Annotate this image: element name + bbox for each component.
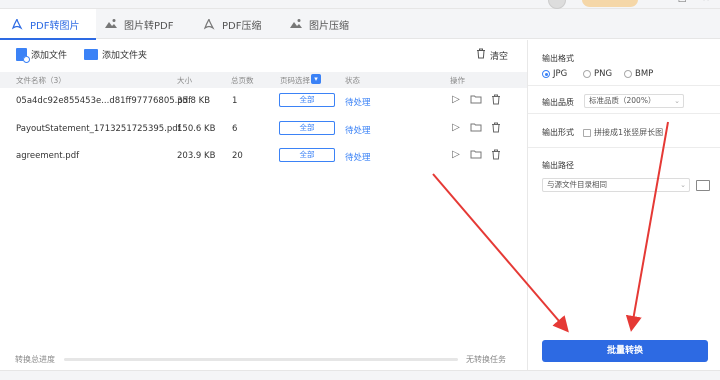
path-label: 输出路径 [542,161,574,170]
delete-icon[interactable] [490,122,502,134]
file-pages: 1 [232,96,238,106]
path-select[interactable]: 与源文件目录相同 ⌄ [542,178,690,192]
page-select-button[interactable]: 全部 [279,148,335,162]
file-toolbar: 添加文件 添加文件夹 清空 [0,40,527,70]
status-text: 待处理 [345,98,371,108]
tab-image-compress[interactable]: 图片压缩 [289,9,365,39]
open-folder-icon[interactable] [470,122,482,134]
table-row[interactable]: 05a4dc92e855453e...d81ff97776805.pdf 35.… [0,88,527,114]
file-pages: 6 [232,124,238,134]
col-page-select: 页码选择 [280,76,310,85]
col-pages: 总页数 [231,76,254,85]
form-section: 输出形式 拼接成1张竖屏长图 [528,114,720,148]
status-text: 待处理 [345,153,371,163]
settings-panel: 输出格式 JPG PNG BMP 输出品质 标准品质（200%） ⌄ 输出形式 … [528,40,720,370]
progress-label: 转换总进度 [15,355,55,364]
quality-value: 标准品质（200%） [589,96,656,105]
tab-label: 图片转PDF [124,20,174,32]
file-size: 150.6 KB [177,124,216,134]
vip-button[interactable] [582,0,638,7]
progress-area: 转换总进度 无转换任务 [0,348,527,370]
format-label: 输出格式 [542,54,574,63]
radio-dot [583,70,591,78]
radio-dot [624,70,632,78]
tab-pdf-compress[interactable]: PDF压缩 [202,9,278,39]
quality-label: 输出品质 [542,98,574,107]
tab-image-to-pdf[interactable]: 图片转PDF [104,9,190,39]
quality-select[interactable]: 标准品质（200%） ⌄ [584,94,684,108]
minimize-button[interactable]: — [652,0,664,4]
format-section: 输出格式 JPG PNG BMP [528,40,720,86]
add-file-icon [16,48,30,63]
tab-label: 图片压缩 [309,20,349,32]
add-folder-label: 添加文件夹 [102,51,148,61]
open-folder-icon[interactable] [470,149,482,161]
play-icon[interactable]: ▷ [450,122,462,134]
page-select-button[interactable]: 全部 [279,121,335,135]
page-select-button[interactable]: 全部 [279,93,335,107]
radio-label: JPG [553,69,568,79]
radio-bmp[interactable]: BMP [624,69,653,79]
open-folder-icon[interactable] [470,94,482,106]
progress-status: 无转换任务 [466,355,506,364]
status-text: 待处理 [345,126,371,136]
pdf-icon [10,17,24,31]
batch-convert-button[interactable]: 批量转换 [542,340,708,362]
stitch-checkbox[interactable]: 拼接成1张竖屏长图 [583,127,663,138]
add-file-button[interactable]: 添加文件 [16,48,68,63]
progress-bar [64,358,458,361]
col-ops: 操作 [450,76,465,85]
path-value: 与源文件目录相同 [547,180,607,189]
play-icon[interactable]: ▷ [450,94,462,106]
checkbox-label: 拼接成1张竖屏长图 [594,128,664,137]
radio-dot [542,70,550,78]
maximize-button[interactable]: □ [676,0,688,4]
col-size: 大小 [177,76,192,85]
delete-icon[interactable] [490,94,502,106]
table-row[interactable]: PayoutStatement_1713251725395.pdf 150.6 … [0,116,527,142]
radio-png[interactable]: PNG [583,69,612,79]
file-panel: 添加文件 添加文件夹 清空 文件名称（3） 大小 总页数 页码选择 ▾ 状态 操… [0,40,527,370]
avatar[interactable] [548,0,566,9]
add-file-label: 添加文件 [31,51,68,61]
status-bar [0,370,720,380]
quality-section: 输出品质 标准品质（200%） ⌄ [528,86,720,114]
form-label: 输出形式 [542,128,574,137]
radio-label: BMP [635,69,654,79]
clear-label: 清空 [490,51,509,62]
file-size: 35.8 KB [177,96,211,106]
chevron-down-icon: ⌄ [674,97,680,105]
tab-label: PDF转图片 [30,20,80,32]
compress-icon [202,17,216,31]
clear-button[interactable]: 清空 [476,48,508,62]
trash-icon [476,48,486,62]
file-size: 203.9 KB [177,151,216,161]
tab-bar: PDF转图片 图片转PDF PDF压缩 图片压缩 [0,9,720,40]
image-to-pdf-icon [104,17,118,31]
add-folder-icon [84,49,98,60]
file-name: agreement.pdf [16,151,80,161]
image-compress-icon [289,17,303,31]
close-button[interactable]: ✕ [700,0,712,4]
file-pages: 20 [232,151,243,161]
radio-label: PNG [594,69,613,79]
table-row[interactable]: agreement.pdf 203.9 KB 20 全部 待处理 ▷ [0,143,527,169]
tab-label: PDF压缩 [222,20,262,32]
col-status: 状态 [345,76,360,85]
table-header: 文件名称（3） 大小 总页数 页码选择 ▾ 状态 操作 [0,72,527,88]
tab-pdf-to-image[interactable]: PDF转图片 [0,9,96,40]
radio-jpg[interactable]: JPG [542,69,567,79]
page-select-filter-icon[interactable]: ▾ [311,74,321,84]
file-name: 05a4dc92e855453e...d81ff97776805.pdf [16,96,192,106]
play-icon[interactable]: ▷ [450,149,462,161]
title-bar: — □ ✕ [0,0,720,9]
add-folder-button[interactable]: 添加文件夹 [84,48,147,61]
chevron-down-icon: ⌄ [680,181,686,189]
path-section: 输出路径 与源文件目录相同 ⌄ [528,148,720,200]
file-name: PayoutStatement_1713251725395.pdf [16,124,181,134]
col-name: 文件名称（3） [16,76,66,85]
delete-icon[interactable] [490,149,502,161]
checkbox-box [583,128,591,137]
browse-folder-icon[interactable] [696,180,710,191]
